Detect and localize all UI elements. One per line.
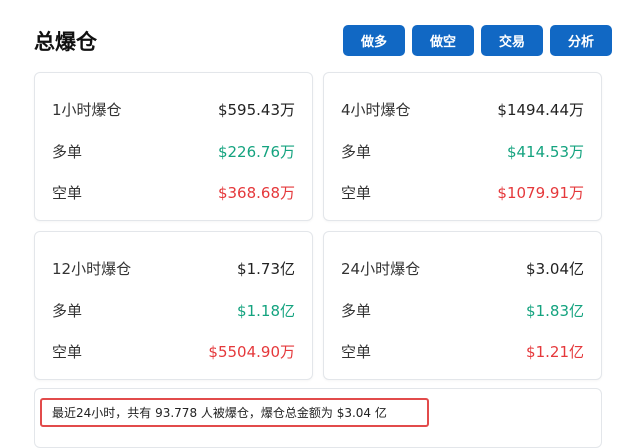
short-row: 空单 $368.68万 (52, 180, 295, 204)
trade-button[interactable]: 交易 (481, 25, 543, 56)
total-label: 4小时爆仓 (341, 100, 411, 119)
total-label: 12小时爆仓 (52, 259, 132, 278)
liquidation-card-24h: 24小时爆仓 $3.04亿 多单 $1.83亿 空单 $1.21亿 (323, 231, 602, 380)
short-row: 空单 $1.21亿 (341, 339, 584, 363)
analysis-button[interactable]: 分析 (550, 25, 612, 56)
long-value: $414.53万 (506, 142, 584, 161)
short-value: $5504.90万 (208, 342, 295, 361)
total-row: 1小时爆仓 $595.43万 (52, 97, 295, 121)
short-row: 空单 $5504.90万 (52, 339, 295, 363)
total-label: 1小时爆仓 (52, 100, 122, 119)
liquidation-card-4h: 4小时爆仓 $1494.44万 多单 $414.53万 空单 $1079.91万 (323, 72, 602, 221)
short-label: 空单 (341, 183, 372, 202)
long-label: 多单 (341, 301, 372, 320)
total-row: 12小时爆仓 $1.73亿 (52, 256, 295, 280)
long-label: 多单 (341, 142, 372, 161)
long-value: $1.18亿 (237, 301, 295, 320)
total-value: $1494.44万 (497, 100, 584, 119)
short-row: 空单 $1079.91万 (341, 180, 584, 204)
action-button-group: 做多 做空 交易 分析 (343, 25, 612, 56)
short-label: 空单 (52, 183, 83, 202)
total-row: 24小时爆仓 $3.04亿 (341, 256, 584, 280)
short-value: $1.21亿 (526, 342, 584, 361)
total-row: 4小时爆仓 $1494.44万 (341, 97, 584, 121)
long-label: 多单 (52, 301, 83, 320)
long-row: 多单 $414.53万 (341, 139, 584, 163)
summary-text: 最近24小时，共有 93.778 人被爆仓，爆仓总金额为 $3.04 亿 (40, 398, 429, 427)
long-label: 多单 (52, 142, 83, 161)
short-label: 空单 (341, 342, 372, 361)
long-value: $226.76万 (217, 142, 295, 161)
liquidation-card-1h: 1小时爆仓 $595.43万 多单 $226.76万 空单 $368.68万 (34, 72, 313, 221)
liquidation-card-12h: 12小时爆仓 $1.73亿 多单 $1.18亿 空单 $5504.90万 (34, 231, 313, 380)
long-row: 多单 $226.76万 (52, 139, 295, 163)
total-value: $1.73亿 (237, 259, 295, 278)
short-button[interactable]: 做空 (412, 25, 474, 56)
total-value: $595.43万 (217, 100, 295, 119)
short-label: 空单 (52, 342, 83, 361)
total-value: $3.04亿 (526, 259, 584, 278)
page-title: 总爆仓 (34, 30, 97, 54)
long-row: 多单 $1.83亿 (341, 298, 584, 322)
long-value: $1.83亿 (526, 301, 584, 320)
long-button[interactable]: 做多 (343, 25, 405, 56)
short-value: $368.68万 (217, 183, 295, 202)
long-row: 多单 $1.18亿 (52, 298, 295, 322)
total-label: 24小时爆仓 (341, 259, 421, 278)
short-value: $1079.91万 (497, 183, 584, 202)
